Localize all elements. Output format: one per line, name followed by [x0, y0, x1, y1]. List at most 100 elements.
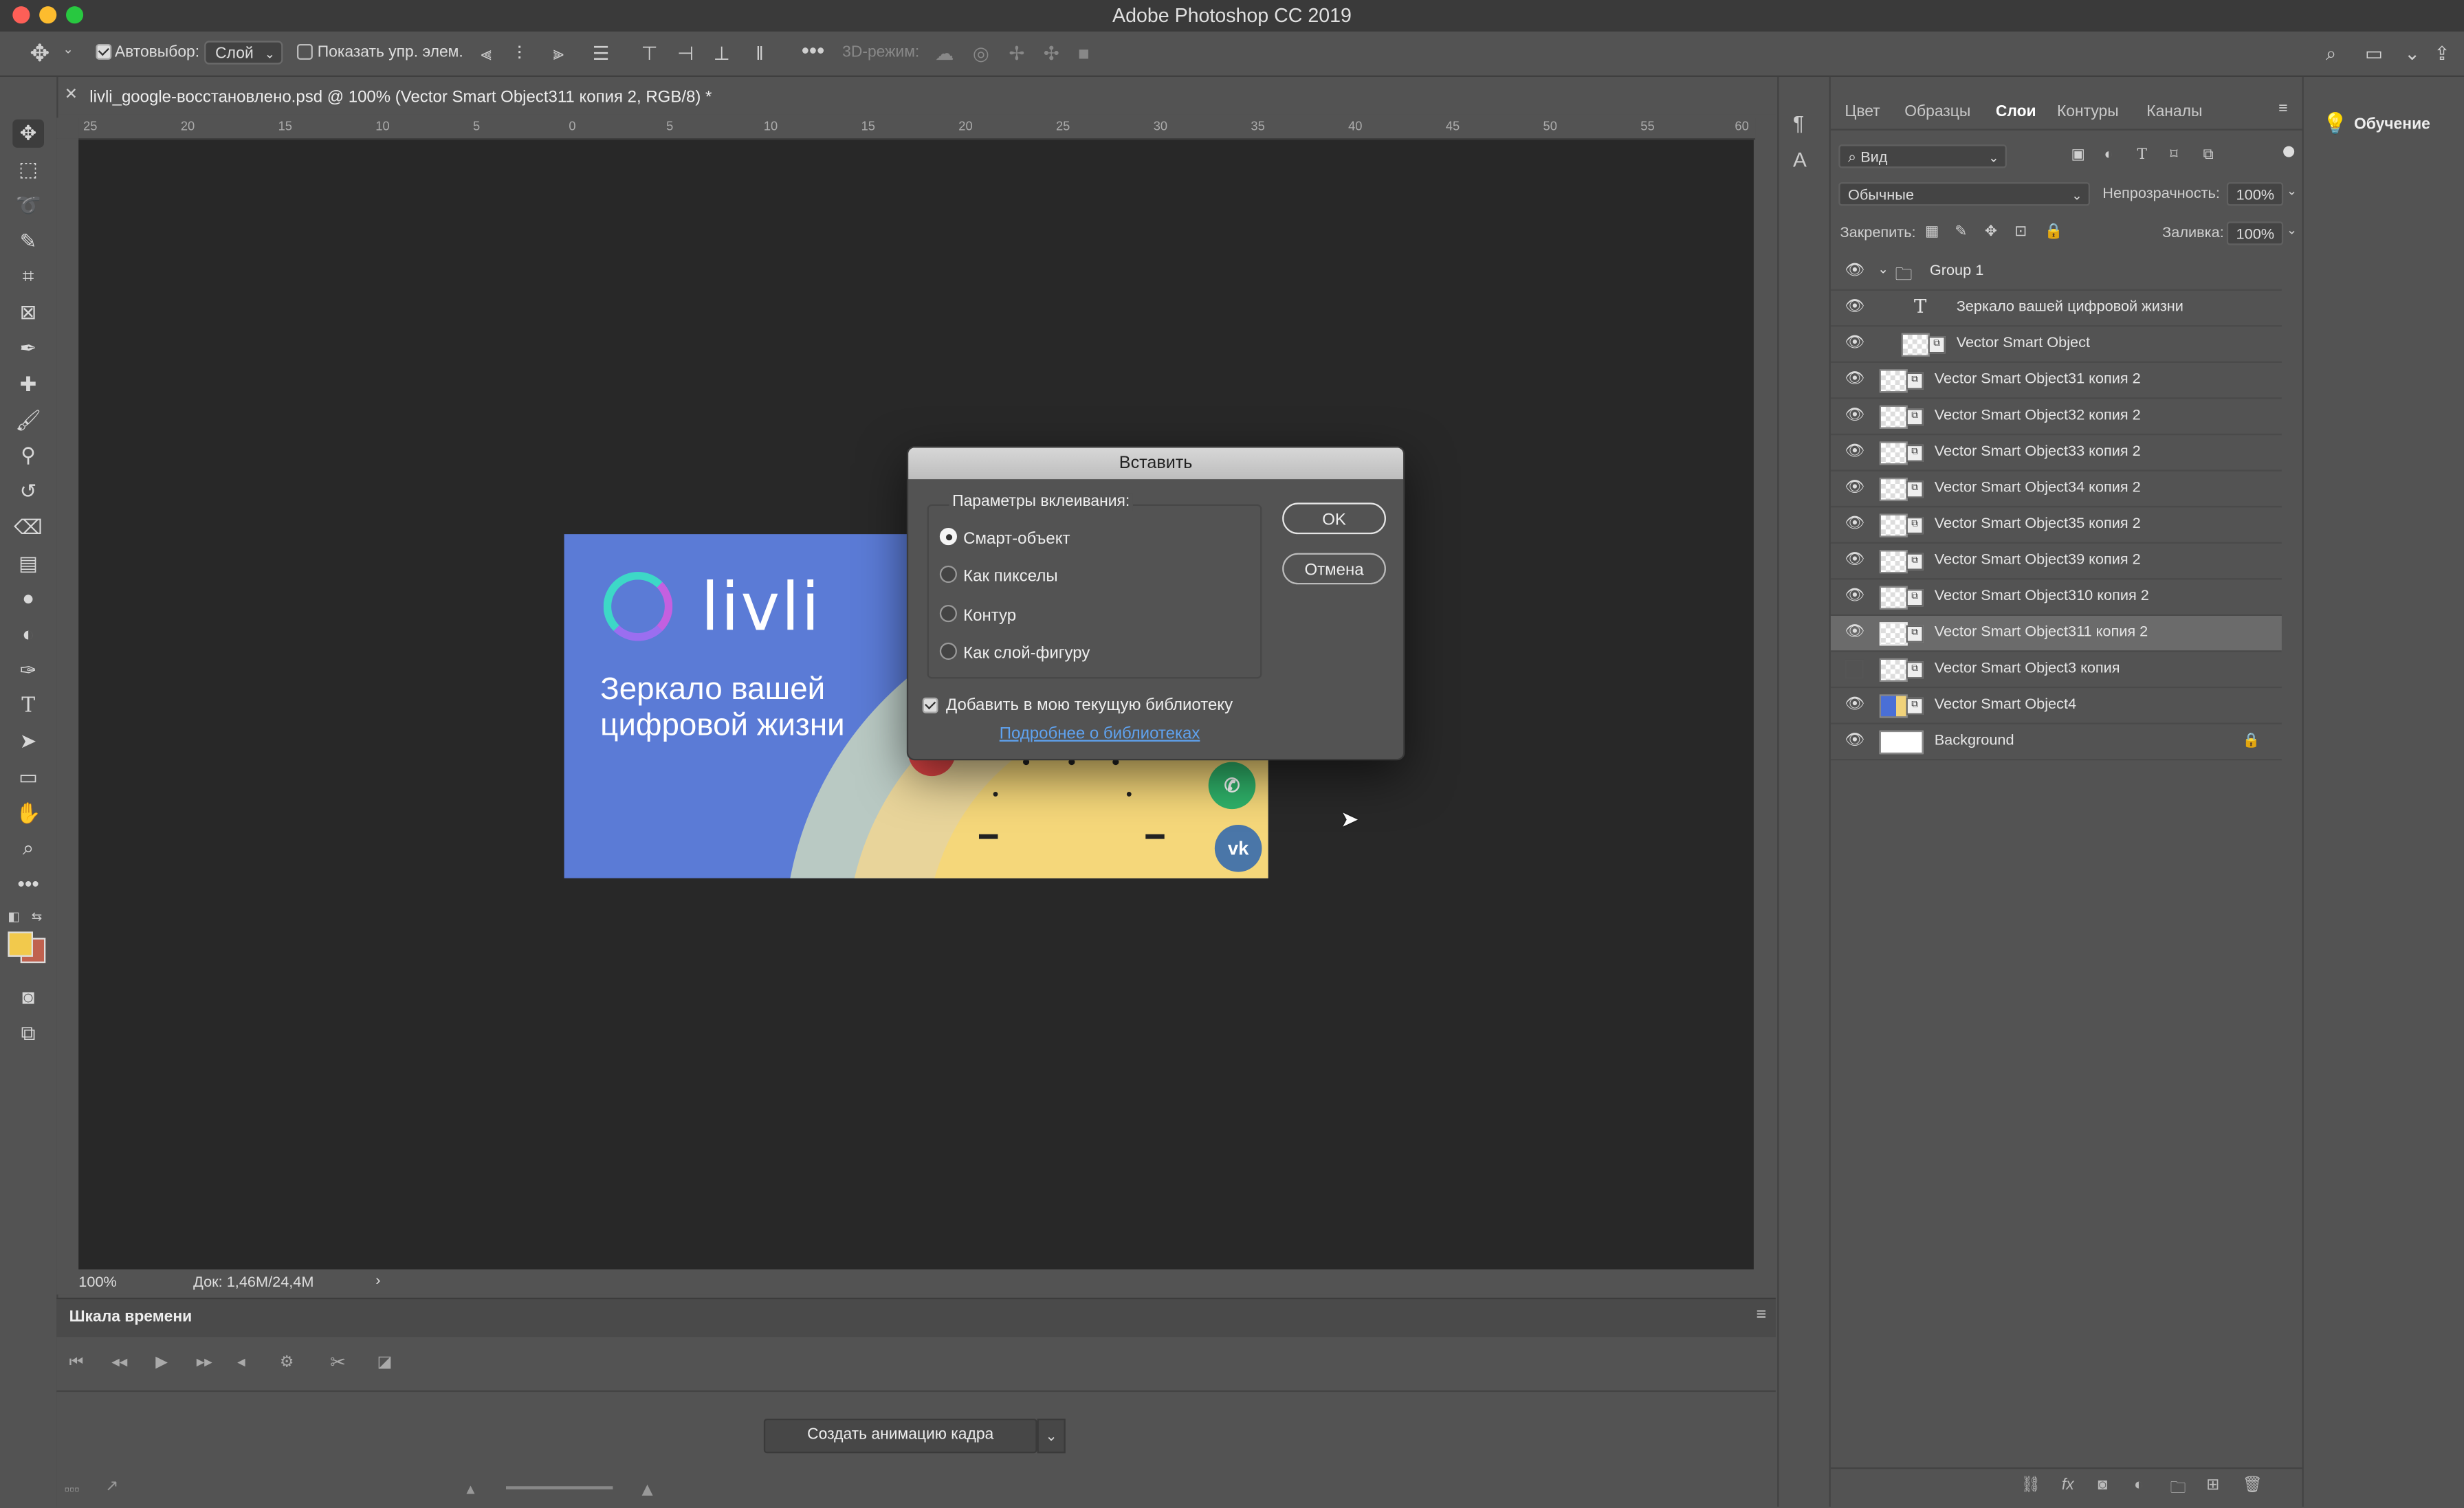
- radio-as-pixels[interactable]: Как пикселы: [939, 565, 1058, 586]
- zoom-level[interactable]: 100%: [78, 1274, 117, 1291]
- play-icon[interactable]: ▶: [155, 1354, 168, 1371]
- add-to-library-checkbox[interactable]: Добавить в мою текущую библиотеку: [922, 696, 1233, 715]
- autoselect-target-select[interactable]: Слой ⌄: [204, 41, 283, 65]
- healing-brush-tool-icon[interactable]: ✚: [12, 370, 44, 399]
- visibility-eye-icon[interactable]: 👁: [1845, 407, 1864, 425]
- tab-layers[interactable]: Слои: [1996, 104, 2036, 121]
- panel-menu-icon[interactable]: ≡: [1756, 1305, 1766, 1324]
- audio-icon[interactable]: ◂: [237, 1354, 245, 1371]
- layer-row[interactable]: 👁 ⧉ Vector Smart Object39 копия 2: [1830, 544, 2282, 580]
- layer-row[interactable]: 👁 ⧉ Vector Smart Object: [1830, 326, 2282, 363]
- radio-shape-layer[interactable]: Как слой-фигуру: [939, 642, 1090, 663]
- vertical-ruler[interactable]: [56, 138, 80, 1269]
- more-tools-icon[interactable]: •••: [12, 870, 44, 898]
- align-top-icon[interactable]: ⊤: [641, 43, 658, 65]
- opacity-chevron-icon[interactable]: ⌄: [2287, 184, 2297, 198]
- horizontal-ruler[interactable]: 25 20 15 10 5 0 5 10 15 20 25 30 35 40 4…: [78, 118, 1756, 140]
- lock-all-icon[interactable]: 🔒: [2045, 223, 2063, 241]
- new-group-folder-icon[interactable]: 🗀: [2170, 1477, 2186, 1504]
- close-document-icon[interactable]: ✕: [65, 87, 78, 104]
- timeline-zoom-slider[interactable]: [505, 1486, 613, 1489]
- path-select-tool-icon[interactable]: ➤: [12, 727, 44, 755]
- zoom-out-timeline-icon[interactable]: ▲: [463, 1481, 477, 1497]
- layer-row[interactable]: 👁 ⧉ Vector Smart Object32 копия 2: [1830, 399, 2282, 436]
- radio-smart-object[interactable]: Смарт-объект: [939, 527, 1070, 548]
- lock-artboard-icon[interactable]: ⊡: [2014, 223, 2027, 241]
- tab-color[interactable]: Цвет: [1845, 104, 1880, 121]
- workspace-icon[interactable]: ▭: [2365, 43, 2383, 65]
- convert-icon[interactable]: ↗: [105, 1478, 118, 1496]
- blur-tool-icon[interactable]: ●: [12, 584, 44, 612]
- search-icon[interactable]: ⌕: [2326, 43, 2336, 66]
- previous-frame-icon[interactable]: ◂◂: [111, 1354, 127, 1371]
- zoom-in-timeline-icon[interactable]: ▲: [638, 1478, 657, 1500]
- pen-tool-icon[interactable]: ✑: [12, 656, 44, 685]
- new-layer-icon[interactable]: ⊞: [2206, 1477, 2219, 1494]
- learn-more-libraries-link[interactable]: Подробнее о библиотеках: [1000, 724, 1200, 743]
- link-layers-icon[interactable]: ⛓: [2021, 1477, 2040, 1494]
- layer-row[interactable]: 👁 ⧉ Vector Smart Object31 копия 2: [1830, 363, 2282, 399]
- visibility-eye-icon[interactable]: 👁: [1845, 696, 1864, 715]
- add-mask-icon[interactable]: ◙: [2098, 1477, 2107, 1494]
- blend-mode-select[interactable]: Обычные ⌄: [1838, 182, 2090, 206]
- eraser-tool-icon[interactable]: ⌫: [12, 513, 44, 542]
- cancel-button[interactable]: Отмена: [1282, 553, 1386, 585]
- show-transform-checkbox[interactable]: [296, 44, 313, 61]
- layer-row[interactable]: 👁 ⧉ Vector Smart Object33 копия 2: [1830, 435, 2282, 472]
- tab-channels[interactable]: Каналы: [2146, 104, 2202, 121]
- quick-select-tool-icon[interactable]: ✎: [12, 228, 44, 256]
- crop-tool-icon[interactable]: ⌗: [12, 263, 44, 291]
- fill-input[interactable]: 100%: [2226, 221, 2284, 245]
- visibility-eye-icon[interactable]: 👁: [1845, 479, 1864, 498]
- lock-transparent-icon[interactable]: ▦: [1925, 223, 1939, 241]
- visibility-eye-icon[interactable]: 👁: [1845, 298, 1864, 317]
- zoom-tool-icon[interactable]: ⌕: [12, 834, 44, 863]
- orbit-3d-icon[interactable]: ☁: [935, 43, 954, 65]
- paragraph-panel-icon[interactable]: ¶: [1793, 111, 1804, 135]
- transition-icon[interactable]: ◪: [377, 1354, 393, 1371]
- visibility-eye-icon[interactable]: 👁: [1845, 335, 1864, 353]
- scissors-icon[interactable]: ✂: [330, 1351, 346, 1373]
- gradient-tool-icon[interactable]: ▤: [12, 550, 44, 578]
- filter-type-icon[interactable]: T: [2137, 146, 2148, 164]
- visibility-eye-icon[interactable]: 👁: [1845, 443, 1864, 462]
- rectangle-tool-icon[interactable]: ▭: [12, 764, 44, 792]
- tab-swatches[interactable]: Образцы: [1904, 104, 1970, 121]
- first-frame-icon[interactable]: ⏮: [69, 1354, 84, 1371]
- frame-view-icon[interactable]: ▫▫▫: [65, 1481, 80, 1497]
- visibility-eye-icon[interactable]: 👁: [1845, 623, 1864, 642]
- create-frame-animation-button[interactable]: Создать анимацию кадра: [763, 1418, 1037, 1454]
- camera-3d-icon[interactable]: ■: [1078, 43, 1090, 65]
- roll-3d-icon[interactable]: ◎: [973, 43, 989, 65]
- visibility-eye-icon[interactable]: 👁: [1845, 588, 1864, 606]
- tool-preset-chevron-icon[interactable]: ⌄: [63, 43, 73, 57]
- delete-layer-trash-icon[interactable]: 🗑: [2243, 1477, 2263, 1494]
- more-options-icon[interactable]: •••: [802, 38, 825, 63]
- ok-button[interactable]: OK: [1282, 502, 1386, 535]
- type-tool-icon[interactable]: T: [12, 693, 44, 721]
- layer-row[interactable]: 👁 ⧉ Vector Smart Object35 копия 2: [1830, 507, 2282, 544]
- adjustment-layer-icon[interactable]: ◐: [2134, 1477, 2144, 1494]
- panel-menu-icon[interactable]: ≡: [2278, 100, 2287, 118]
- visibility-eye-icon[interactable]: 👁: [1845, 263, 1864, 281]
- layer-row[interactable]: 👁 ⧉ Vector Smart Object4: [1830, 688, 2282, 724]
- foreground-color-swatch[interactable]: [8, 931, 33, 957]
- fill-chevron-icon[interactable]: ⌄: [2287, 223, 2297, 238]
- opacity-input[interactable]: 100%: [2226, 182, 2284, 206]
- pan-3d-icon[interactable]: ✢: [1009, 43, 1024, 65]
- move-tool-icon[interactable]: ✥: [30, 39, 50, 67]
- history-brush-tool-icon[interactable]: ↺: [12, 478, 44, 506]
- hand-tool-icon[interactable]: ✋: [12, 799, 44, 828]
- layer-row[interactable]: 👁 T Зеркало вашей цифровой жизни: [1830, 291, 2282, 327]
- layer-row[interactable]: 👁 ⌄ 🗀 Group 1: [1830, 254, 2282, 291]
- swap-colors-icon[interactable]: ⇆: [32, 909, 42, 924]
- distribute-vertical-icon[interactable]: ‖: [756, 43, 763, 65]
- vertical-scrollbar[interactable]: [1755, 118, 1776, 1269]
- learn-label[interactable]: Обучение: [2354, 116, 2430, 133]
- chevron-down-icon[interactable]: ⌄: [1878, 263, 1888, 277]
- slide-3d-icon[interactable]: ✣: [1044, 43, 1059, 65]
- align-center-icon[interactable]: ⫶: [517, 43, 522, 66]
- visibility-eye-icon[interactable]: 👁: [1845, 515, 1864, 534]
- workspace-chevron-icon[interactable]: ⌄: [2404, 43, 2420, 65]
- layer-row[interactable]: 👁 Background 🔒: [1830, 724, 2282, 761]
